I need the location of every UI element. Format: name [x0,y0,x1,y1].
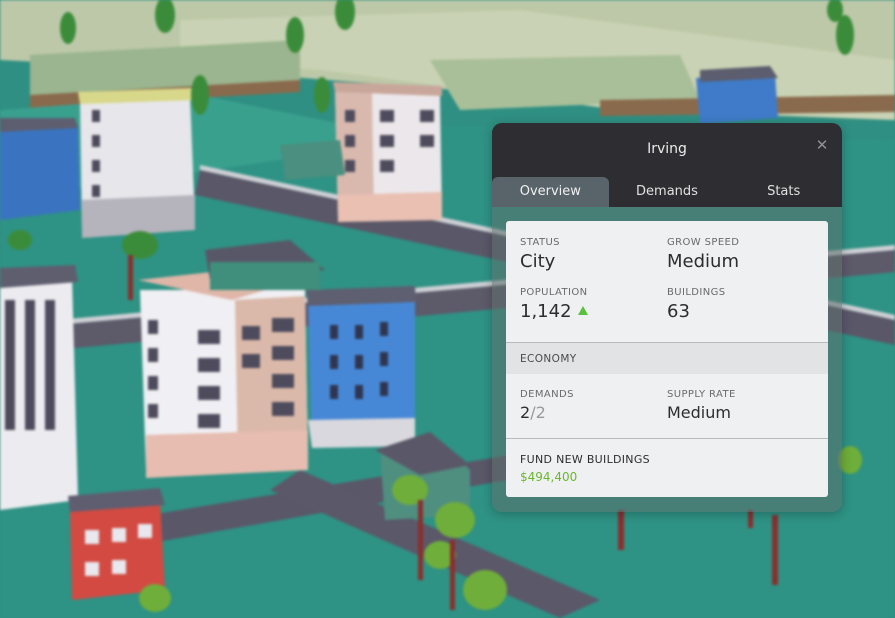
demands-total: /2 [530,403,546,422]
tab-stats[interactable]: Stats [725,177,842,207]
supply-rate-value: Medium [667,403,731,422]
divider [506,438,828,439]
status-label: STATUS [520,237,560,248]
fund-label: FUND NEW BUILDINGS [520,453,650,466]
population-value: 1,142 [520,301,572,322]
demands-met: 2 [520,403,531,422]
buildings-stat: BUILDINGS 63 [667,287,817,322]
fund-new-buildings-button[interactable]: FUND NEW BUILDINGS $494,400 [520,453,650,484]
close-icon[interactable]: ✕ [814,137,830,153]
demands-value: 2/2 [520,403,670,422]
population-row: 1,142 [520,301,670,322]
grow-speed-stat: GROW SPEED Medium [667,237,817,272]
status-stat: STATUS City [520,237,670,272]
up-triangle-icon [577,306,588,315]
buildings-value: 63 [667,301,690,322]
tab-bar: Overview Demands Stats [492,177,842,207]
population-stat: POPULATION 1,142 [520,287,670,322]
economy-label: ECONOMY [520,353,577,365]
buildings-label: BUILDINGS [667,287,726,298]
economy-section-header: ECONOMY [506,342,828,374]
supply-rate-stat: SUPPLY RATE Medium [667,389,817,422]
supply-rate-label: SUPPLY RATE [667,389,736,400]
overview-card: STATUS City GROW SPEED Medium POPULATION… [506,221,828,497]
tab-demands[interactable]: Demands [609,177,726,207]
population-label: POPULATION [520,287,588,298]
town-info-panel: Irving ✕ Overview Demands Stats STATUS C… [492,123,842,512]
demands-stat: DEMANDS 2/2 [520,389,670,422]
panel-title: Irving [647,141,687,157]
demands-label: DEMANDS [520,389,574,400]
fund-amount: $494,400 [520,470,578,484]
panel-header: Irving ✕ [492,123,842,177]
status-value: City [520,251,556,272]
tab-overview[interactable]: Overview [492,177,609,207]
grow-speed-label: GROW SPEED [667,237,740,248]
grow-speed-value: Medium [667,251,739,272]
